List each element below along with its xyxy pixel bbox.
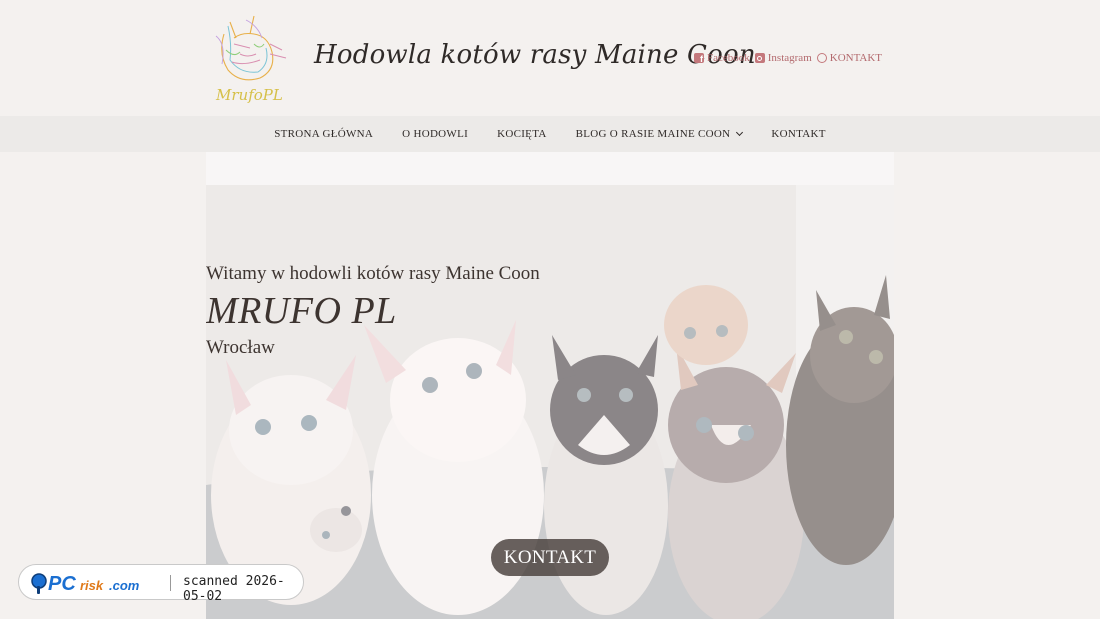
badge-divider [170,575,171,591]
nav-item-about[interactable]: O HODOWLI [402,128,468,140]
facebook-label: Facebook [707,52,750,64]
contact-button[interactable]: KONTAKT [491,539,609,576]
site-header: MrufoPL Hodowla kotów rasy Maine Coon Fa… [0,0,1100,116]
facebook-icon [694,53,704,64]
hero-brand-name: MRUFO PL [206,290,397,332]
instagram-icon [754,53,765,63]
instagram-link[interactable]: Instagram [754,52,812,64]
hero-city: Wrocław [206,337,275,358]
svg-text:.com: .com [109,578,140,593]
facebook-link[interactable]: Facebook [694,52,750,64]
nav-item-home[interactable]: STRONA GŁÓWNA [274,128,373,140]
hero-banner: Witamy w hodowli kotów rasy Maine Coon M… [206,185,894,619]
cat-logo-icon[interactable]: MrufoPL [210,14,292,104]
whatsapp-icon [816,53,827,63]
social-links: Facebook Instagram KONTAKT [694,52,882,64]
scan-badge: PC risk .com scanned 2026-05-02 [18,564,304,604]
whatsapp-label: KONTAKT [829,52,883,64]
svg-text:MrufoPL: MrufoPL [215,86,283,104]
svg-text:PC: PC [48,573,76,595]
main-nav: STRONA GŁÓWNA O HODOWLI KOCIĘTA BLOG O R… [0,116,1100,152]
hero-welcome-text: Witamy w hodowli kotów rasy Maine Coon [206,263,540,284]
instagram-label: Instagram [767,52,812,64]
pcrisk-logo-icon: PC risk .com [31,573,140,595]
svg-text:risk: risk [80,578,104,593]
nav-item-kittens[interactable]: KOCIĘTA [497,128,547,140]
site-title[interactable]: Hodowla kotów rasy Maine Coon [314,40,756,70]
nav-item-contact[interactable]: KONTAKT [771,128,825,140]
scanned-date-text: scanned 2026-05-02 [183,574,285,604]
chevron-down-icon [736,128,744,137]
whatsapp-contact-link[interactable]: KONTAKT [816,52,883,64]
nav-item-blog[interactable]: BLOG O RASIE MAINE COON [575,128,744,140]
nav-item-blog-label: BLOG O RASIE MAINE COON [575,128,731,140]
